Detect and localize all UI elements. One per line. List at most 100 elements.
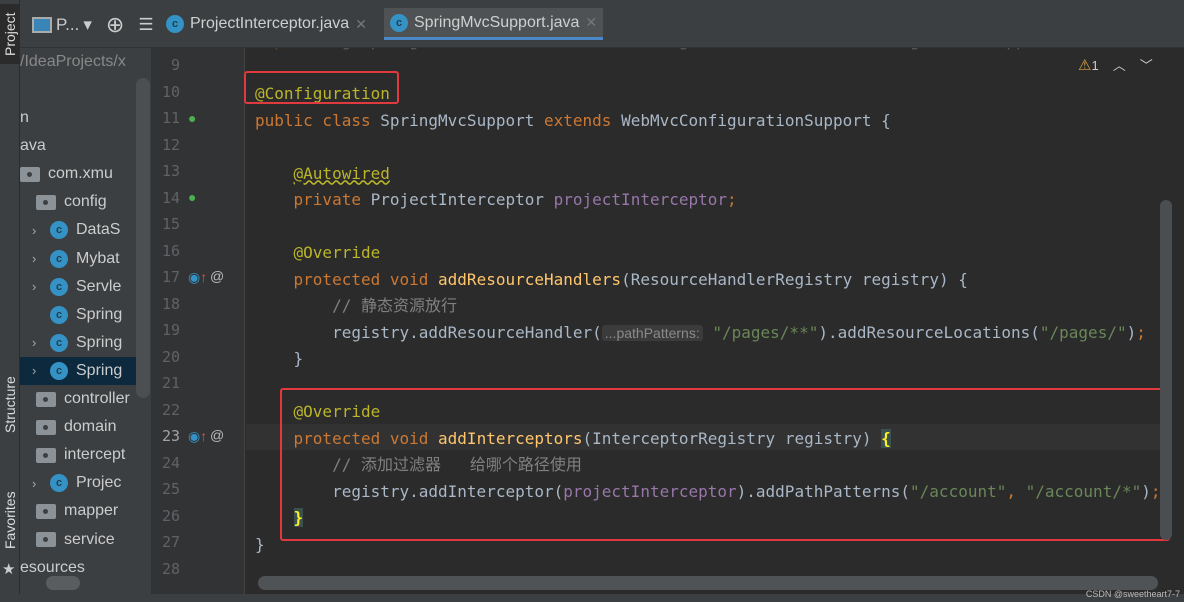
code-token: extends	[544, 110, 622, 130]
code-line[interactable]: }	[255, 532, 265, 559]
code-line[interactable]: // 静态资源放行	[255, 293, 457, 320]
tree-item[interactable]: ava	[20, 132, 138, 160]
star-icon: ★	[2, 561, 16, 578]
class-icon: c	[390, 13, 408, 32]
code-token: SpringMvcSupport	[380, 110, 544, 130]
project-tool-tab[interactable]: Project	[0, 4, 20, 64]
collapse-icon[interactable]: ☰	[138, 15, 153, 35]
close-icon[interactable]: ✕	[585, 14, 597, 31]
code-token: protected void	[293, 269, 439, 289]
previous-highlight-icon[interactable]: ︿	[1113, 55, 1126, 74]
code-token: "/pages/"	[1039, 322, 1127, 342]
code-line[interactable]: import org.springframework.web.servlet.c…	[255, 48, 1064, 55]
tree-item[interactable]: /IdeaProjects/x	[20, 48, 138, 76]
tree-item-label: controller	[64, 390, 130, 407]
chevron-right-icon[interactable]: ›	[32, 335, 42, 350]
class-icon: c	[50, 474, 68, 493]
tab-project-interceptor[interactable]: c ProjectInterceptor.java ✕	[160, 8, 373, 40]
code-line[interactable]: }	[255, 346, 304, 373]
tree-item[interactable]: mapper	[20, 497, 138, 525]
next-highlight-icon[interactable]: ﹀	[1140, 55, 1153, 74]
project-view-selector[interactable]: P... ▾	[32, 15, 92, 35]
warning-icon: ⚠1	[1078, 56, 1099, 74]
tree-item[interactable]: com.xmu	[20, 160, 138, 188]
chevron-right-icon[interactable]: ›	[32, 251, 42, 266]
code-token: projectInterceptor	[553, 190, 728, 209]
tree-item-label: n	[20, 109, 29, 126]
at-icon[interactable]: @	[210, 427, 224, 443]
editor-gutter: 9 10 11 12 13 14 15 16 17 18 19 20 21 22 23 24 25 26 27 28 …	[152, 48, 245, 602]
code-line[interactable]: @Override	[255, 240, 381, 267]
editor-horizontal-scrollbar[interactable]	[258, 576, 1158, 590]
chevron-right-icon[interactable]: ›	[32, 223, 42, 238]
tree-item[interactable]: › c Spring	[20, 356, 138, 385]
tree-item[interactable]: domain	[20, 413, 138, 441]
code-token: ).addResourceLocations(	[818, 322, 1040, 342]
override-method-icon[interactable]: ◉↑	[188, 269, 207, 286]
line-number: 12	[161, 135, 180, 154]
tree-item[interactable]: intercept	[20, 441, 138, 469]
code-token: // 静态资源放行	[332, 296, 457, 315]
inspection-widget[interactable]: ⚠1 ︿ ﹀	[1078, 55, 1153, 74]
code-token: }	[255, 349, 304, 368]
tree-item-label: config	[64, 193, 107, 211]
at-icon[interactable]: @	[210, 268, 224, 284]
tree-item[interactable]: › c Spring	[20, 329, 138, 357]
tree-item-label: esources	[20, 558, 85, 576]
tab-spring-mvc-support[interactable]: c SpringMvcSupport.java ✕	[384, 8, 604, 40]
window-icon	[32, 17, 52, 33]
code-token: import	[255, 48, 322, 50]
close-icon[interactable]: ✕	[355, 16, 367, 33]
code-line[interactable]: @Autowired	[255, 161, 390, 188]
folder-icon	[36, 447, 56, 463]
tree-item-label: Mybat	[76, 249, 120, 267]
editor-vertical-scrollbar[interactable]	[1160, 200, 1172, 540]
chevron-right-icon[interactable]: ›	[32, 476, 42, 491]
line-number: 28	[161, 559, 180, 578]
line-number: 19	[161, 321, 180, 339]
code-line[interactable]: public class SpringMvcSupport extends We…	[255, 108, 891, 135]
project-horizontal-scrollbar[interactable]	[46, 576, 80, 590]
locate-icon[interactable]: ⊕	[106, 12, 124, 38]
code-token: "/pages/**"	[702, 322, 819, 342]
tree-item-label: /IdeaProjects/x	[20, 53, 126, 70]
tree-item[interactable]: controller	[20, 385, 138, 413]
tree-item[interactable]: n	[20, 104, 138, 132]
line-number: 18	[161, 294, 180, 313]
tree-item[interactable]: › c DataS	[20, 216, 138, 244]
code-token: )	[1126, 322, 1137, 342]
class-icon: c	[50, 277, 68, 296]
project-scrollbar[interactable]	[136, 78, 150, 398]
folder-icon	[36, 503, 56, 519]
tree-item-label: service	[64, 530, 115, 548]
spring-bean-icon[interactable]: ●	[188, 110, 196, 126]
tree-item[interactable]: config	[20, 188, 138, 216]
tree-item[interactable]: c Spring	[20, 301, 138, 329]
tree-item[interactable]: › c Mybat	[20, 245, 138, 273]
tree-item-label: Servle	[76, 277, 122, 295]
code-line[interactable]: protected void addResourceHandlers(Resou…	[255, 267, 968, 294]
line-number: 11	[161, 109, 180, 127]
project-view-label: P...	[56, 15, 80, 34]
favorites-tool-tab[interactable]: Favorites	[0, 480, 20, 560]
tree-item[interactable]: › c Projec	[20, 469, 138, 497]
structure-tool-tab[interactable]: Structure	[0, 360, 20, 450]
tree-item[interactable]: service	[20, 526, 138, 554]
code-token: @Autowired	[293, 163, 390, 183]
chevron-right-icon[interactable]: ›	[32, 279, 42, 294]
line-number: 14	[161, 188, 180, 207]
folder-icon	[20, 166, 40, 182]
chevron-right-icon[interactable]: ›	[32, 363, 42, 378]
tree-item[interactable]: › c Servle	[20, 273, 138, 301]
code-token: public class	[255, 110, 381, 130]
code-line[interactable]: private ProjectInterceptor projectInterc…	[255, 187, 737, 214]
tree-item[interactable]: esources	[20, 554, 138, 582]
code-token: registry.addResourceHandler(	[255, 322, 602, 342]
code-line[interactable]: registry.addResourceHandler(...pathPatte…	[255, 320, 1146, 347]
project-panel: /IdeaProjects/x n ava com.xmu config › c DataS ›…	[20, 48, 152, 602]
autowired-navigate-icon[interactable]: ●	[188, 189, 196, 205]
override-method-icon[interactable]: ◉↑	[188, 428, 207, 445]
line-number: 17	[161, 268, 180, 286]
